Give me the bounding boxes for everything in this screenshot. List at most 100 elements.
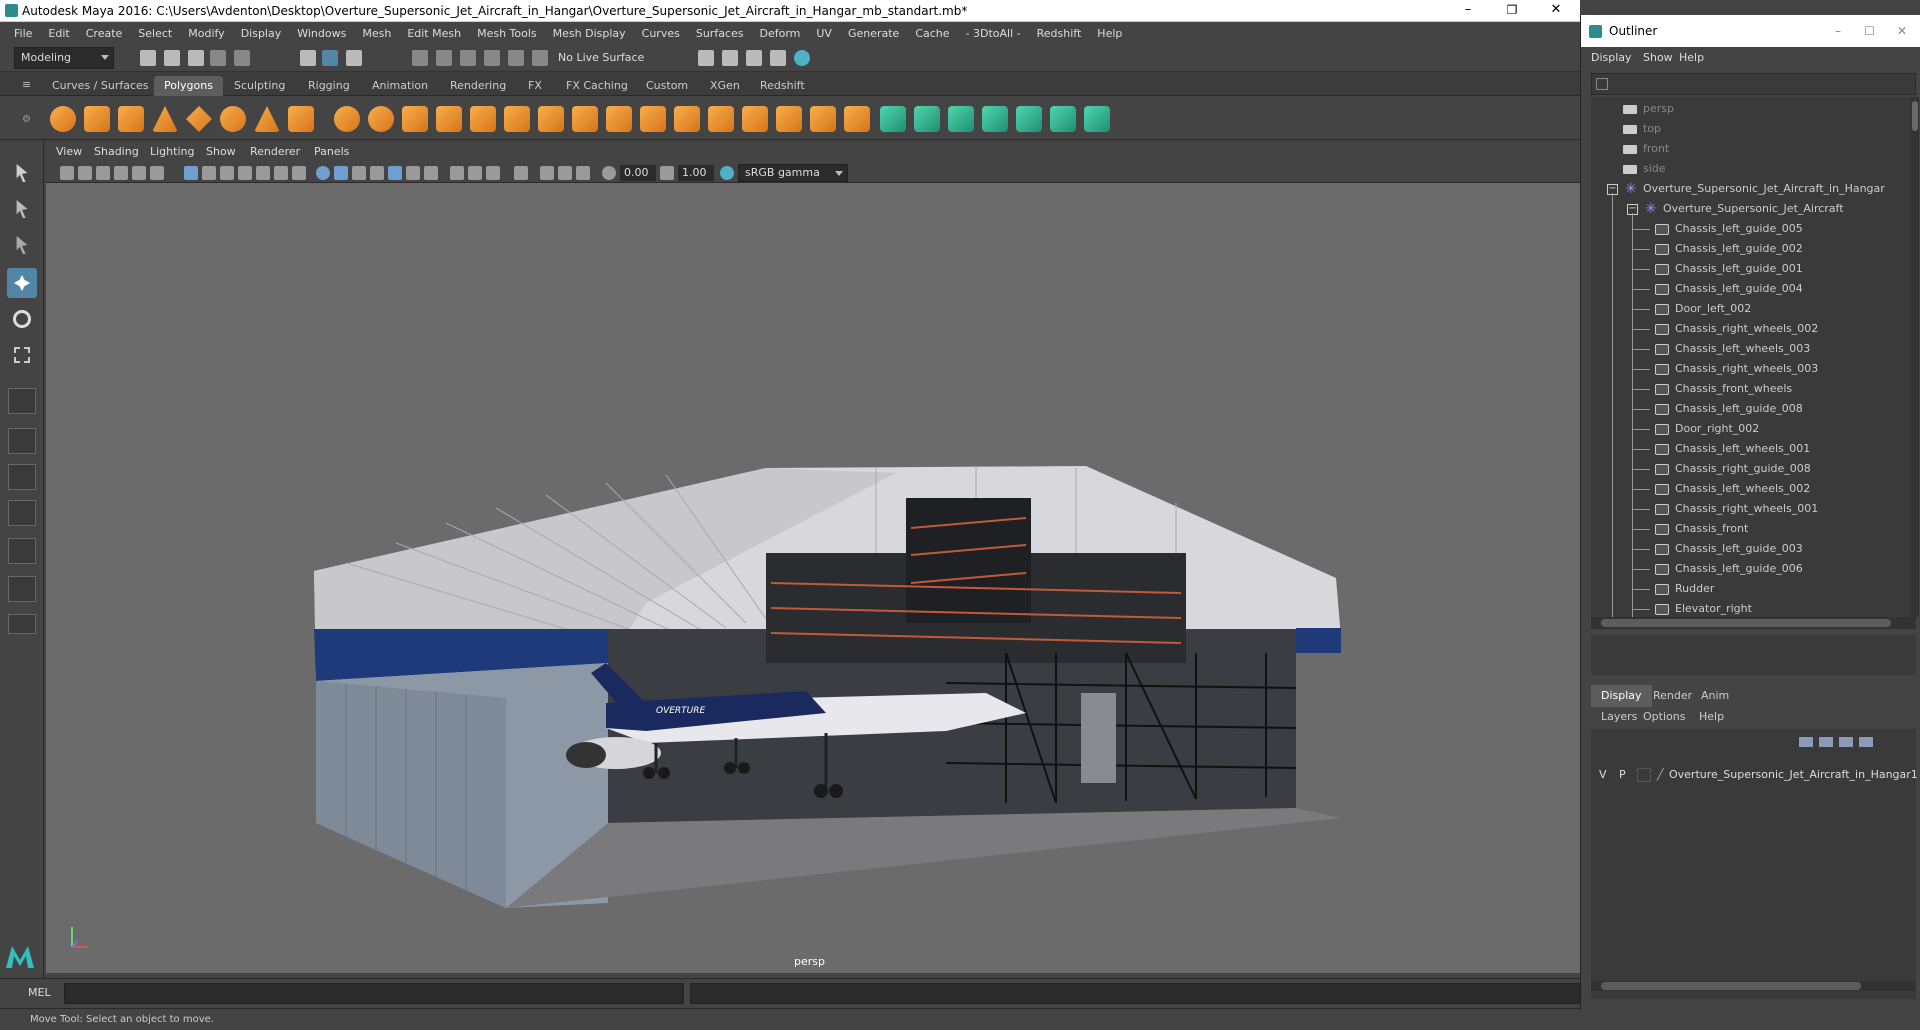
tab-fx-caching[interactable]: FX Caching — [556, 76, 638, 96]
vp-menu-panels[interactable]: Panels — [314, 145, 349, 158]
viewport-persp[interactable]: OVERTURE persp — [46, 183, 1580, 973]
two-view-layout-icon[interactable] — [8, 464, 36, 490]
select-object-icon[interactable] — [322, 50, 338, 66]
new-layer-selected-icon[interactable] — [1859, 737, 1873, 747]
open-scene-icon[interactable] — [164, 50, 180, 66]
four-view-layout-icon[interactable] — [8, 428, 36, 454]
snap-grid-icon[interactable] — [412, 50, 428, 66]
maya-home-icon[interactable] — [4, 940, 36, 972]
poly-pipe-icon[interactable] — [288, 106, 314, 132]
fill-hole-icon[interactable] — [606, 106, 632, 132]
poly-torus-icon[interactable] — [220, 106, 246, 132]
outliner-maximize-icon[interactable]: ☐ — [1864, 15, 1875, 47]
render-frame-icon[interactable] — [722, 50, 738, 66]
poke-icon[interactable] — [844, 106, 870, 132]
gamma-field[interactable]: 1.00 — [678, 165, 714, 181]
hypershade-layout-icon[interactable] — [8, 576, 36, 602]
rotate-tool-icon[interactable] — [7, 304, 37, 334]
menu-edit[interactable]: Edit — [40, 27, 77, 40]
persp-graph-layout-icon[interactable] — [8, 538, 36, 564]
tab-sculpting[interactable]: Sculpting — [224, 76, 295, 96]
menu-file[interactable]: File — [6, 27, 40, 40]
tree-item-camera[interactable]: side — [1591, 159, 1916, 179]
live-surface-field[interactable]: No Live Surface — [552, 48, 648, 68]
tree-item-mesh[interactable]: Chassis_left_guide_008 — [1591, 399, 1916, 419]
custom-layout-icon[interactable] — [8, 614, 36, 634]
paint-select-tool-icon[interactable] — [7, 230, 37, 260]
save-scene-icon[interactable] — [188, 50, 204, 66]
tree-item-mesh[interactable]: Chassis_left_guide_003 — [1591, 539, 1916, 559]
tab-xgen[interactable]: XGen — [700, 76, 750, 96]
tree-item-mesh[interactable]: Chassis_right_wheels_003 — [1591, 359, 1916, 379]
outliner-close-icon[interactable]: ✕ — [1897, 15, 1907, 47]
uv-editor-icon[interactable] — [1050, 106, 1076, 132]
grease-pencil-icon[interactable] — [150, 166, 164, 180]
snap-curve-icon[interactable] — [436, 50, 452, 66]
menu-help[interactable]: Help — [1089, 27, 1130, 40]
menu-mesh-tools[interactable]: Mesh Tools — [469, 27, 545, 40]
outliner-minimize-icon[interactable]: – — [1835, 15, 1841, 47]
tree-item-camera[interactable]: persp — [1591, 99, 1916, 119]
tab-rendering[interactable]: Rendering — [440, 76, 516, 96]
uv-unfold-icon[interactable] — [1016, 106, 1042, 132]
separate-icon[interactable] — [368, 106, 394, 132]
tree-item-mesh[interactable]: Chassis_left_guide_005 — [1591, 219, 1916, 239]
gamma-icon[interactable] — [660, 166, 674, 180]
vp-menu-renderer[interactable]: Renderer — [250, 145, 300, 158]
insert-edge-loop-icon[interactable] — [674, 106, 700, 132]
mel-input[interactable] — [64, 983, 684, 1004]
vp-menu-lighting[interactable]: Lighting — [150, 145, 194, 158]
menu-create[interactable]: Create — [78, 27, 131, 40]
menu-uv[interactable]: UV — [808, 27, 840, 40]
poly-cube-icon[interactable] — [84, 106, 110, 132]
scale-tool-icon[interactable] — [7, 340, 37, 370]
tree-item-mesh[interactable]: Chassis_left_guide_006 — [1591, 559, 1916, 579]
combine-icon[interactable] — [334, 106, 360, 132]
menu-windows[interactable]: Windows — [289, 27, 354, 40]
smooth-shade-icon[interactable] — [334, 166, 348, 180]
select-hierarchy-icon[interactable] — [300, 50, 316, 66]
merge-icon[interactable] — [776, 106, 802, 132]
outliner-menu-display[interactable]: Display — [1591, 51, 1632, 64]
move-tool-icon[interactable] — [7, 268, 37, 298]
tab-anim-layers[interactable]: Anim — [1691, 685, 1739, 707]
layer-menu-help[interactable]: Help — [1699, 710, 1724, 723]
color-space-dropdown[interactable]: sRGB gamma — [738, 164, 848, 182]
tree-item-mesh[interactable]: Chassis_left_guide_001 — [1591, 259, 1916, 279]
tree-item-mesh[interactable]: Door_right_002 — [1591, 419, 1916, 439]
chamfer-icon[interactable] — [810, 106, 836, 132]
screen-space-ao-icon[interactable] — [424, 166, 438, 180]
tree-item-mesh[interactable]: Rudder — [1591, 579, 1916, 599]
uv-cylindrical-icon[interactable] — [914, 106, 940, 132]
exposure-icon[interactable] — [602, 166, 616, 180]
gate-mask-icon[interactable] — [238, 166, 252, 180]
menu-3dtoall[interactable]: - 3DtoAll - — [958, 27, 1029, 40]
image-plane-icon[interactable] — [114, 166, 128, 180]
tree-item-mesh[interactable]: Chassis_right_wheels_001 — [1591, 499, 1916, 519]
2d-pan-icon[interactable] — [132, 166, 146, 180]
use-all-lights-icon[interactable] — [388, 166, 402, 180]
menu-display[interactable]: Display — [233, 27, 290, 40]
render-settings-icon[interactable] — [698, 50, 714, 66]
bookmark-icon[interactable] — [96, 166, 110, 180]
mel-label[interactable]: MEL — [28, 986, 51, 999]
smooth-icon[interactable] — [436, 106, 462, 132]
menu-generate[interactable]: Generate — [840, 27, 907, 40]
outliner-tree[interactable]: persp top front side − ✳ Overture_Superson… — [1591, 97, 1916, 617]
vp-menu-shading[interactable]: Shading — [94, 145, 139, 158]
multi-cut-icon[interactable] — [640, 106, 666, 132]
move-layer-up-icon[interactable] — [1799, 737, 1813, 747]
menu-surfaces[interactable]: Surfaces — [688, 27, 752, 40]
tree-item-mesh[interactable]: Chassis_front_wheels — [1591, 379, 1916, 399]
tree-item-mesh[interactable]: Chassis_right_wheels_002 — [1591, 319, 1916, 339]
uv-spherical-icon[interactable] — [948, 106, 974, 132]
layer-playback-toggle[interactable]: P — [1619, 765, 1626, 785]
target-weld-icon[interactable] — [742, 106, 768, 132]
textured-icon[interactable] — [370, 166, 384, 180]
multisample-icon[interactable] — [468, 166, 482, 180]
tree-item-mesh[interactable]: Chassis_left_guide_002 — [1591, 239, 1916, 259]
menu-redshift[interactable]: Redshift — [1029, 27, 1090, 40]
tree-item-camera[interactable]: top — [1591, 119, 1916, 139]
wireframe-on-shaded-icon[interactable] — [352, 166, 366, 180]
camera-select-icon[interactable] — [60, 166, 74, 180]
